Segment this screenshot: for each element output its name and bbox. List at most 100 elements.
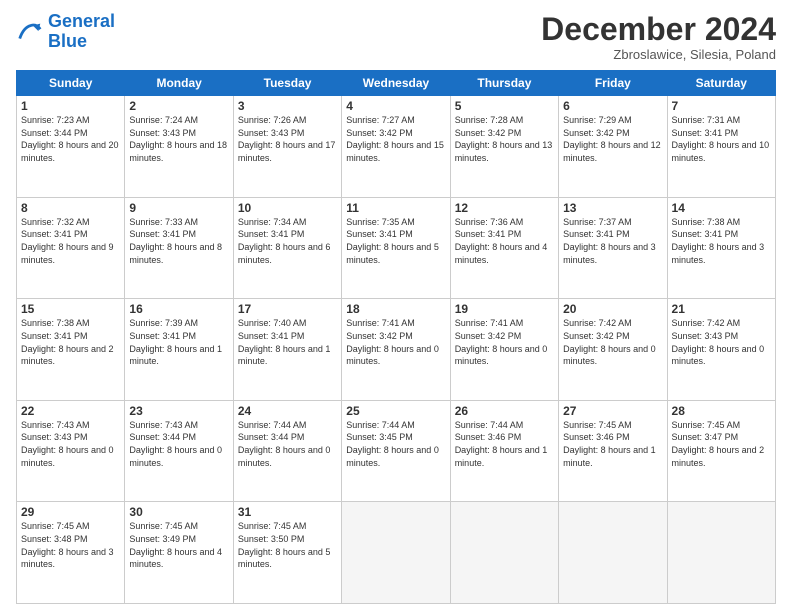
day-info: Sunrise: 7:44 AM Sunset: 3:46 PM Dayligh…	[455, 419, 554, 469]
day-info: Sunrise: 7:24 AM Sunset: 3:43 PM Dayligh…	[129, 114, 228, 164]
table-row: 12 Sunrise: 7:36 AM Sunset: 3:41 PM Dayl…	[450, 197, 558, 299]
day-number: 23	[129, 404, 228, 418]
day-info: Sunrise: 7:42 AM Sunset: 3:43 PM Dayligh…	[672, 317, 771, 367]
day-number: 11	[346, 201, 445, 215]
day-number: 8	[21, 201, 120, 215]
table-row: 15 Sunrise: 7:38 AM Sunset: 3:41 PM Dayl…	[17, 299, 125, 401]
table-row: 14 Sunrise: 7:38 AM Sunset: 3:41 PM Dayl…	[667, 197, 775, 299]
calendar-header-row: Sunday Monday Tuesday Wednesday Thursday…	[17, 71, 776, 96]
day-info: Sunrise: 7:36 AM Sunset: 3:41 PM Dayligh…	[455, 216, 554, 266]
day-number: 16	[129, 302, 228, 316]
day-number: 9	[129, 201, 228, 215]
table-row: 20 Sunrise: 7:42 AM Sunset: 3:42 PM Dayl…	[559, 299, 667, 401]
table-row: 23 Sunrise: 7:43 AM Sunset: 3:44 PM Dayl…	[125, 400, 233, 502]
day-info: Sunrise: 7:45 AM Sunset: 3:47 PM Dayligh…	[672, 419, 771, 469]
day-info: Sunrise: 7:29 AM Sunset: 3:42 PM Dayligh…	[563, 114, 662, 164]
table-row: 24 Sunrise: 7:44 AM Sunset: 3:44 PM Dayl…	[233, 400, 341, 502]
day-info: Sunrise: 7:45 AM Sunset: 3:49 PM Dayligh…	[129, 520, 228, 570]
day-info: Sunrise: 7:45 AM Sunset: 3:46 PM Dayligh…	[563, 419, 662, 469]
calendar-table: Sunday Monday Tuesday Wednesday Thursday…	[16, 70, 776, 604]
day-number: 12	[455, 201, 554, 215]
col-saturday: Saturday	[667, 71, 775, 96]
table-row: 2 Sunrise: 7:24 AM Sunset: 3:43 PM Dayli…	[125, 96, 233, 198]
table-row: 9 Sunrise: 7:33 AM Sunset: 3:41 PM Dayli…	[125, 197, 233, 299]
logo-text: General Blue	[48, 12, 115, 52]
table-row	[450, 502, 558, 604]
day-number: 10	[238, 201, 337, 215]
day-number: 31	[238, 505, 337, 519]
day-number: 19	[455, 302, 554, 316]
table-row: 16 Sunrise: 7:39 AM Sunset: 3:41 PM Dayl…	[125, 299, 233, 401]
table-row	[559, 502, 667, 604]
day-info: Sunrise: 7:35 AM Sunset: 3:41 PM Dayligh…	[346, 216, 445, 266]
table-row: 29 Sunrise: 7:45 AM Sunset: 3:48 PM Dayl…	[17, 502, 125, 604]
col-sunday: Sunday	[17, 71, 125, 96]
table-row: 6 Sunrise: 7:29 AM Sunset: 3:42 PM Dayli…	[559, 96, 667, 198]
day-number: 14	[672, 201, 771, 215]
calendar-row: 1 Sunrise: 7:23 AM Sunset: 3:44 PM Dayli…	[17, 96, 776, 198]
day-info: Sunrise: 7:44 AM Sunset: 3:44 PM Dayligh…	[238, 419, 337, 469]
day-number: 30	[129, 505, 228, 519]
table-row: 13 Sunrise: 7:37 AM Sunset: 3:41 PM Dayl…	[559, 197, 667, 299]
logo: General Blue	[16, 12, 115, 52]
col-tuesday: Tuesday	[233, 71, 341, 96]
title-block: December 2024 Zbroslawice, Silesia, Pola…	[541, 12, 776, 62]
table-row: 11 Sunrise: 7:35 AM Sunset: 3:41 PM Dayl…	[342, 197, 450, 299]
table-row: 5 Sunrise: 7:28 AM Sunset: 3:42 PM Dayli…	[450, 96, 558, 198]
header: General Blue December 2024 Zbroslawice, …	[16, 12, 776, 62]
day-info: Sunrise: 7:43 AM Sunset: 3:44 PM Dayligh…	[129, 419, 228, 469]
day-info: Sunrise: 7:39 AM Sunset: 3:41 PM Dayligh…	[129, 317, 228, 367]
day-info: Sunrise: 7:31 AM Sunset: 3:41 PM Dayligh…	[672, 114, 771, 164]
day-info: Sunrise: 7:43 AM Sunset: 3:43 PM Dayligh…	[21, 419, 120, 469]
col-wednesday: Wednesday	[342, 71, 450, 96]
table-row: 31 Sunrise: 7:45 AM Sunset: 3:50 PM Dayl…	[233, 502, 341, 604]
table-row: 17 Sunrise: 7:40 AM Sunset: 3:41 PM Dayl…	[233, 299, 341, 401]
day-number: 28	[672, 404, 771, 418]
day-number: 6	[563, 99, 662, 113]
table-row: 30 Sunrise: 7:45 AM Sunset: 3:49 PM Dayl…	[125, 502, 233, 604]
day-info: Sunrise: 7:41 AM Sunset: 3:42 PM Dayligh…	[455, 317, 554, 367]
table-row: 4 Sunrise: 7:27 AM Sunset: 3:42 PM Dayli…	[342, 96, 450, 198]
day-number: 21	[672, 302, 771, 316]
day-info: Sunrise: 7:37 AM Sunset: 3:41 PM Dayligh…	[563, 216, 662, 266]
day-number: 18	[346, 302, 445, 316]
table-row: 28 Sunrise: 7:45 AM Sunset: 3:47 PM Dayl…	[667, 400, 775, 502]
day-number: 4	[346, 99, 445, 113]
logo-icon	[16, 18, 44, 46]
col-friday: Friday	[559, 71, 667, 96]
calendar-row: 15 Sunrise: 7:38 AM Sunset: 3:41 PM Dayl…	[17, 299, 776, 401]
table-row: 26 Sunrise: 7:44 AM Sunset: 3:46 PM Dayl…	[450, 400, 558, 502]
table-row: 1 Sunrise: 7:23 AM Sunset: 3:44 PM Dayli…	[17, 96, 125, 198]
day-number: 24	[238, 404, 337, 418]
day-number: 2	[129, 99, 228, 113]
day-info: Sunrise: 7:34 AM Sunset: 3:41 PM Dayligh…	[238, 216, 337, 266]
month-title: December 2024	[541, 12, 776, 47]
day-number: 15	[21, 302, 120, 316]
day-number: 25	[346, 404, 445, 418]
day-info: Sunrise: 7:44 AM Sunset: 3:45 PM Dayligh…	[346, 419, 445, 469]
day-number: 22	[21, 404, 120, 418]
table-row: 21 Sunrise: 7:42 AM Sunset: 3:43 PM Dayl…	[667, 299, 775, 401]
day-info: Sunrise: 7:41 AM Sunset: 3:42 PM Dayligh…	[346, 317, 445, 367]
day-number: 7	[672, 99, 771, 113]
day-info: Sunrise: 7:42 AM Sunset: 3:42 PM Dayligh…	[563, 317, 662, 367]
page: General Blue December 2024 Zbroslawice, …	[0, 0, 792, 612]
day-info: Sunrise: 7:38 AM Sunset: 3:41 PM Dayligh…	[672, 216, 771, 266]
col-thursday: Thursday	[450, 71, 558, 96]
calendar-row: 29 Sunrise: 7:45 AM Sunset: 3:48 PM Dayl…	[17, 502, 776, 604]
table-row: 10 Sunrise: 7:34 AM Sunset: 3:41 PM Dayl…	[233, 197, 341, 299]
table-row: 25 Sunrise: 7:44 AM Sunset: 3:45 PM Dayl…	[342, 400, 450, 502]
day-number: 1	[21, 99, 120, 113]
day-info: Sunrise: 7:28 AM Sunset: 3:42 PM Dayligh…	[455, 114, 554, 164]
day-number: 29	[21, 505, 120, 519]
calendar-row: 8 Sunrise: 7:32 AM Sunset: 3:41 PM Dayli…	[17, 197, 776, 299]
table-row: 18 Sunrise: 7:41 AM Sunset: 3:42 PM Dayl…	[342, 299, 450, 401]
calendar-row: 22 Sunrise: 7:43 AM Sunset: 3:43 PM Dayl…	[17, 400, 776, 502]
day-info: Sunrise: 7:26 AM Sunset: 3:43 PM Dayligh…	[238, 114, 337, 164]
day-number: 26	[455, 404, 554, 418]
location: Zbroslawice, Silesia, Poland	[541, 47, 776, 62]
table-row: 7 Sunrise: 7:31 AM Sunset: 3:41 PM Dayli…	[667, 96, 775, 198]
table-row: 19 Sunrise: 7:41 AM Sunset: 3:42 PM Dayl…	[450, 299, 558, 401]
day-info: Sunrise: 7:40 AM Sunset: 3:41 PM Dayligh…	[238, 317, 337, 367]
day-info: Sunrise: 7:38 AM Sunset: 3:41 PM Dayligh…	[21, 317, 120, 367]
